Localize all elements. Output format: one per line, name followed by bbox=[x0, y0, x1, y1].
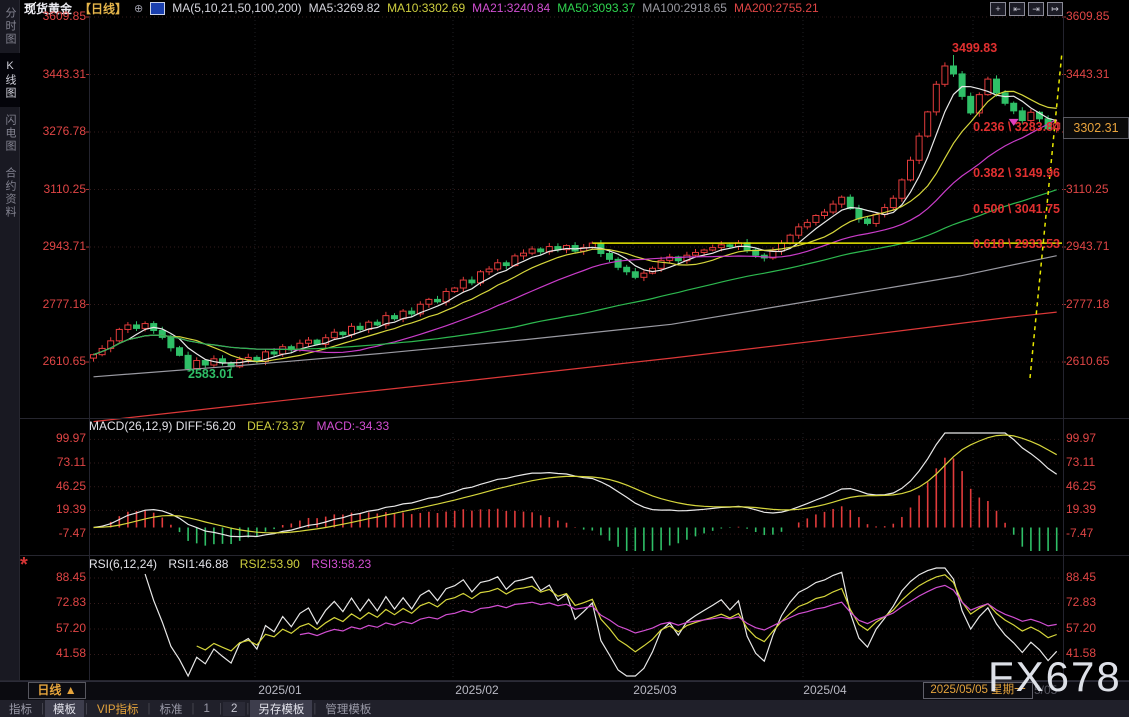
axis-label: 19.39 bbox=[1066, 503, 1096, 516]
toolbar-separator: | bbox=[219, 703, 222, 715]
trading-app-window: { "header": { "symbol": "现货黄金", "period_… bbox=[0, 0, 1129, 717]
expand-icon[interactable]: ⊕ bbox=[134, 2, 143, 15]
axis-label: 41.58 bbox=[24, 647, 86, 660]
bottom-toolbar: 指标|模板|VIP指标|标准|1|2|另存模板|管理模板 bbox=[0, 700, 1129, 717]
left-sidebar: 分时图 K线图 闪电图 合约资料 bbox=[0, 0, 20, 680]
fib-level-0618: 0.618 \ 2933.53 bbox=[973, 237, 1060, 251]
axis-label: 72.83 bbox=[1066, 596, 1096, 609]
fib-level-0382: 0.382 \ 3149.96 bbox=[973, 166, 1060, 180]
ma21-value: MA21:3240.84 bbox=[472, 1, 550, 15]
chart-header: 现货黄金 【日线】 ⊕ MA(5,10,21,50,100,200) MA5:3… bbox=[24, 0, 819, 16]
toolbar-separator: | bbox=[148, 703, 151, 715]
toolbar-item-4[interactable]: 1 bbox=[196, 702, 218, 716]
plot-left-border bbox=[89, 16, 90, 680]
scale-right-icon[interactable]: ⇥ bbox=[1028, 2, 1044, 16]
axis-label: 73.11 bbox=[1066, 456, 1095, 469]
toolbar-separator: | bbox=[85, 703, 88, 715]
macd-header: MACD(26,12,9) DIFF:56.20 DEA:73.37 MACD:… bbox=[89, 419, 397, 433]
sidebar-item-timeshare[interactable]: 分时图 bbox=[0, 0, 20, 53]
axis-label: 3110.25 bbox=[1066, 183, 1109, 196]
toolbar-separator: | bbox=[246, 703, 249, 715]
chart-tool-icons: + ⇤ ⇥ ↦ bbox=[990, 2, 1063, 16]
low-price-label: 2583.01 bbox=[188, 367, 233, 381]
toolbar-item-5[interactable]: 2 bbox=[223, 702, 245, 716]
axis-label: 3609.85 bbox=[1066, 10, 1109, 23]
macd-dea-value: DEA:73.37 bbox=[247, 419, 305, 433]
period-tag: 【日线】 bbox=[79, 0, 127, 17]
axis-label: 88.45 bbox=[1066, 571, 1096, 584]
axis-label: 57.20 bbox=[1066, 622, 1096, 635]
axis-label: 3443.31 bbox=[24, 68, 86, 81]
ma100-value: MA100:2918.65 bbox=[642, 1, 727, 15]
axis-label: 3609.85 bbox=[24, 10, 86, 23]
ma200-value: MA200:2755.21 bbox=[734, 1, 819, 15]
axis-label: 99.97 bbox=[24, 432, 86, 445]
rsi3-value: RSI3:58.23 bbox=[311, 557, 371, 571]
date-label-feb: 2025/02 bbox=[447, 683, 507, 697]
chart-canvas[interactable] bbox=[0, 0, 1129, 717]
rsi-header: RSI(6,12,24) RSI1:46.88 RSI2:53.90 RSI3:… bbox=[89, 557, 379, 571]
axis-label: 2777.18 bbox=[24, 298, 86, 311]
toolbar-item-0[interactable]: 指标 bbox=[1, 700, 40, 717]
export-icon[interactable]: ↦ bbox=[1047, 2, 1063, 16]
peak-price-label: 3499.83 bbox=[952, 41, 997, 55]
axis-label: 19.39 bbox=[24, 503, 86, 516]
axis-label: 46.25 bbox=[1066, 480, 1096, 493]
axis-label: 46.25 bbox=[24, 480, 86, 493]
macd-value: MACD:-34.33 bbox=[316, 419, 389, 433]
ma-settings: MA(5,10,21,50,100,200) bbox=[172, 1, 301, 15]
ma5-value: MA5:3269.82 bbox=[309, 1, 380, 15]
sidebar-item-kline[interactable]: K线图 bbox=[0, 53, 20, 107]
fib-level-0236: 0.236 \ 3283.84 bbox=[973, 120, 1060, 134]
ma10-value: MA10:3302.69 bbox=[387, 1, 465, 15]
current-price-badge: 3302.31 bbox=[1063, 117, 1129, 139]
axis-label: 2610.65 bbox=[24, 355, 86, 368]
axis-label: 3110.25 bbox=[24, 183, 86, 196]
period-selector[interactable]: 日线 ▲ bbox=[28, 682, 86, 699]
plot-right-border bbox=[1063, 16, 1064, 680]
toolbar-item-1[interactable]: 模板 bbox=[45, 700, 84, 717]
rsi1-value: RSI1:46.88 bbox=[168, 557, 228, 571]
axis-label: 57.20 bbox=[24, 622, 86, 635]
rsi-title: RSI(6,12,24) bbox=[89, 557, 157, 571]
ma50-value: MA50:3093.37 bbox=[557, 1, 635, 15]
toolbar-item-2[interactable]: VIP指标 bbox=[89, 700, 147, 717]
date-label-jan: 2025/01 bbox=[250, 683, 310, 697]
fx678-watermark: FX678 bbox=[988, 656, 1122, 698]
toolbar-item-6[interactable]: 另存模板 bbox=[250, 700, 312, 717]
axis-label: -7.47 bbox=[1066, 527, 1093, 540]
macd-title-diff: MACD(26,12,9) DIFF:56.20 bbox=[89, 419, 236, 433]
sidebar-item-lightning[interactable]: 闪电图 bbox=[0, 107, 20, 160]
axis-label: 99.97 bbox=[1066, 432, 1096, 445]
axis-label: 73.11 bbox=[24, 456, 86, 469]
axis-label: 2943.71 bbox=[1066, 240, 1109, 253]
axis-label: 2943.71 bbox=[24, 240, 86, 253]
axis-label: -7.47 bbox=[24, 527, 86, 540]
panel-divider bbox=[0, 555, 1129, 556]
axis-label: 2610.65 bbox=[1066, 355, 1109, 368]
toolbar-separator: | bbox=[313, 703, 316, 715]
sidebar-item-contract-info[interactable]: 合约资料 bbox=[0, 160, 20, 226]
toolbar-item-3[interactable]: 标准 bbox=[152, 700, 191, 717]
axis-label: 3443.31 bbox=[1066, 68, 1109, 81]
date-label-apr: 2025/04 bbox=[795, 683, 855, 697]
fib-level-0500: 0.500 \ 3041.75 bbox=[973, 202, 1060, 216]
axis-label: 2777.18 bbox=[1066, 298, 1109, 311]
axis-label: 88.45 bbox=[24, 571, 86, 584]
axis-label: 72.83 bbox=[24, 596, 86, 609]
toolbar-item-7[interactable]: 管理模板 bbox=[317, 700, 379, 717]
mini-chart-icon bbox=[150, 2, 165, 15]
scale-left-icon[interactable]: ⇤ bbox=[1009, 2, 1025, 16]
axis-label: 3276.78 bbox=[24, 125, 86, 138]
rsi2-value: RSI2:53.90 bbox=[240, 557, 300, 571]
toolbar-separator: | bbox=[41, 703, 44, 715]
toolbar-separator: | bbox=[192, 703, 195, 715]
date-label-mar: 2025/03 bbox=[625, 683, 685, 697]
pan-icon[interactable]: + bbox=[990, 2, 1006, 16]
